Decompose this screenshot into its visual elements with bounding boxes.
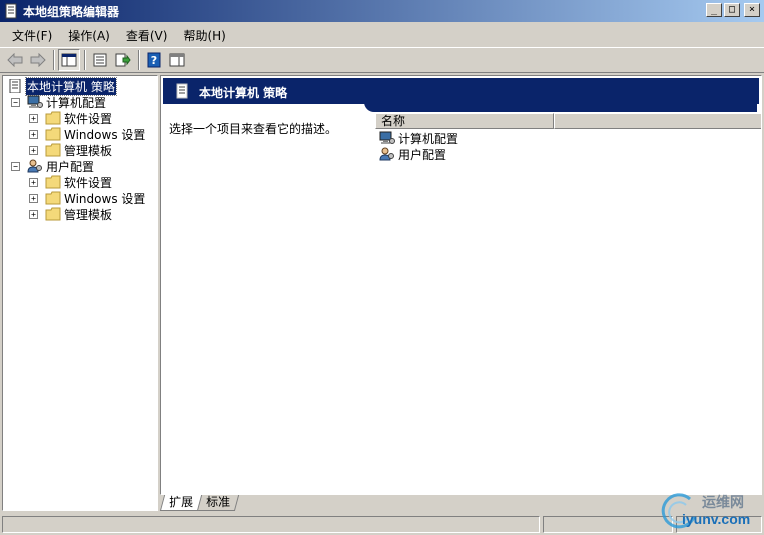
tree-item-user-software-settings[interactable]: + 软件设置	[29, 174, 112, 190]
folder-icon	[45, 207, 61, 221]
properties-icon	[93, 53, 107, 67]
title-bar: 本地组策略编辑器 _ □ ×	[0, 0, 764, 22]
tab-label: 标准	[206, 495, 231, 509]
column-header-name[interactable]: 名称	[375, 113, 554, 129]
list-header: 名称	[375, 113, 761, 129]
tree-item-label: 用户配置	[46, 159, 95, 174]
policy-document-icon	[9, 79, 21, 93]
expand-toggle[interactable]: +	[29, 177, 38, 187]
export-list-icon	[115, 53, 131, 67]
watermark-url: iyunv.com	[682, 511, 751, 527]
folder-icon	[45, 127, 61, 141]
user-config-icon	[379, 147, 394, 161]
tree-item-label: 计算机配置	[46, 95, 107, 110]
collapse-toggle[interactable]: −	[11, 97, 20, 107]
folder-icon	[45, 175, 61, 189]
collapse-toggle[interactable]: −	[11, 161, 20, 171]
close-button[interactable]: ×	[744, 3, 760, 17]
tree-item-user-config[interactable]: − 用户配置	[11, 158, 94, 174]
tree-root-label: 本地计算机 策略	[25, 76, 117, 96]
tab-extended[interactable]: 扩展	[159, 495, 203, 511]
toolbar: ?	[0, 47, 764, 73]
status-panel-secondary	[543, 516, 673, 533]
show-hide-action-pane-icon	[169, 53, 185, 67]
show-hide-tree-button[interactable]	[58, 49, 80, 71]
expand-toggle[interactable]: +	[29, 129, 38, 139]
details-title: 本地计算机 策略	[199, 86, 288, 100]
tree-item-user-admin-templates[interactable]: + 管理模板	[29, 206, 112, 222]
status-bar	[0, 515, 764, 535]
tree-item-label: 管理模板	[64, 207, 113, 222]
toolbar-separator	[84, 50, 86, 70]
computer-config-icon	[379, 131, 395, 144]
tree-item-user-windows-settings[interactable]: + Windows 设置	[29, 190, 145, 206]
console-tree: 本地计算机 策略 − 计算机配置 + 软件设置 + Windows 设置 + 管…	[2, 75, 158, 511]
header-curve-decoration	[364, 102, 757, 112]
watermark-text: 运维网	[702, 495, 744, 511]
list-item-user-config[interactable]: 用户配置	[379, 146, 446, 162]
tree-item-label: 软件设置	[64, 111, 113, 126]
window-title: 本地组策略编辑器	[23, 4, 120, 19]
tab-standard[interactable]: 标准	[196, 495, 240, 511]
expand-toggle[interactable]: +	[29, 113, 38, 123]
minimize-button[interactable]: _	[706, 3, 722, 17]
back-arrow-icon	[7, 53, 23, 67]
tree-item-label: Windows 设置	[64, 191, 146, 206]
expand-toggle[interactable]: +	[29, 145, 38, 155]
expand-toggle[interactable]: +	[29, 193, 38, 203]
list-item-label: 用户配置	[398, 147, 447, 162]
status-panel-main	[2, 516, 540, 533]
maximize-button[interactable]: □	[724, 3, 740, 17]
properties-button[interactable]	[89, 49, 111, 71]
svg-text:?: ?	[151, 54, 157, 67]
tree-root[interactable]: 本地计算机 策略	[7, 76, 117, 96]
tree-item-label: 软件设置	[64, 175, 113, 190]
show-hide-tree-icon	[61, 53, 77, 67]
export-list-button[interactable]	[112, 49, 134, 71]
tree-item-computer-admin-templates[interactable]: + 管理模板	[29, 142, 112, 158]
menu-bar: 文件(F) 操作(A) 查看(V) 帮助(H)	[0, 24, 764, 46]
forward-arrow-icon	[30, 53, 46, 67]
folder-icon	[45, 111, 61, 125]
forward-button[interactable]	[27, 49, 49, 71]
policy-editor-app-icon	[5, 3, 17, 19]
tree-item-label: 管理模板	[64, 143, 113, 158]
toolbar-separator	[138, 50, 140, 70]
list-item-label: 计算机配置	[398, 131, 459, 146]
menu-file[interactable]: 文件(F)	[4, 27, 60, 44]
tree-item-computer-config[interactable]: − 计算机配置	[11, 94, 106, 110]
toolbar-separator	[53, 50, 55, 70]
back-button[interactable]	[4, 49, 26, 71]
folder-icon	[45, 143, 61, 157]
item-list: 名称 计算机配置 用户配置	[375, 113, 761, 493]
help-button[interactable]: ?	[143, 49, 165, 71]
list-item-computer-config[interactable]: 计算机配置	[379, 130, 458, 146]
column-header-empty[interactable]	[554, 113, 761, 129]
show-hide-action-pane-button[interactable]	[166, 49, 188, 71]
expand-toggle[interactable]: +	[29, 209, 38, 219]
menu-help[interactable]: 帮助(H)	[175, 27, 233, 44]
help-icon: ?	[147, 52, 161, 68]
folder-icon	[45, 191, 61, 205]
menu-action[interactable]: 操作(A)	[60, 27, 118, 44]
policy-document-icon	[176, 83, 188, 99]
details-header: 本地计算机 策略	[163, 78, 759, 104]
watermark-logo: 运维网 iyunv.com	[660, 489, 760, 533]
computer-config-icon	[27, 95, 43, 108]
tree-item-computer-software-settings[interactable]: + 软件设置	[29, 110, 112, 126]
details-pane: 本地计算机 策略 选择一个项目来查看它的描述。 名称 计算机配置 用户配置	[160, 75, 762, 495]
tree-item-computer-windows-settings[interactable]: + Windows 设置	[29, 126, 145, 142]
tree-item-label: Windows 设置	[64, 127, 146, 142]
description-text: 选择一个项目来查看它的描述。	[169, 122, 338, 136]
menu-view[interactable]: 查看(V)	[118, 27, 176, 44]
tab-label: 扩展	[169, 495, 194, 509]
user-config-icon	[27, 159, 42, 173]
